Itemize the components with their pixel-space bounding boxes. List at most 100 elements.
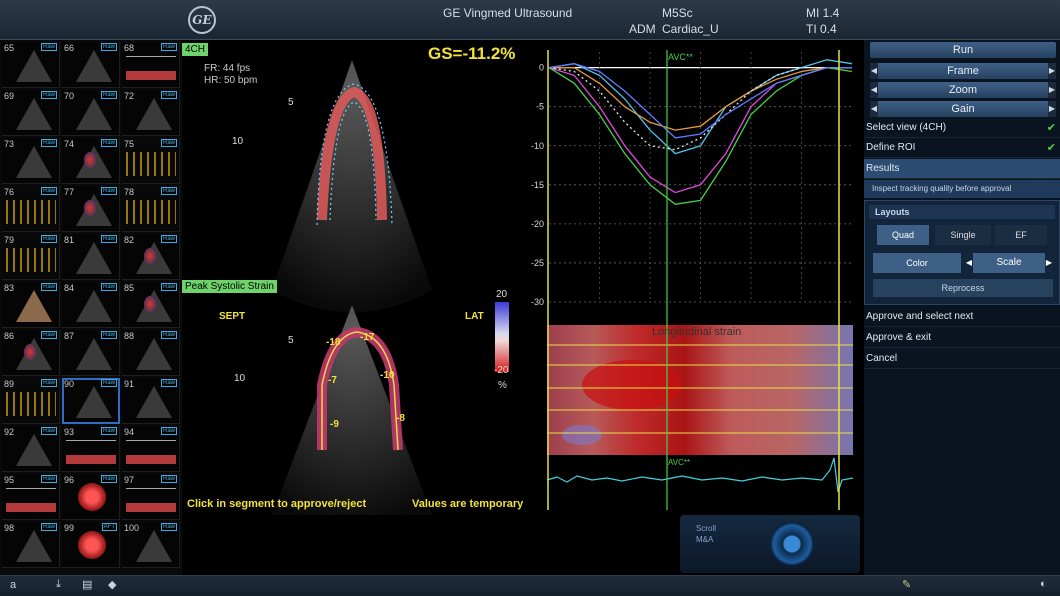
scale-prev-icon[interactable]: ◀ <box>965 253 973 273</box>
zoom-prev-icon[interactable]: ◀ <box>870 82 878 98</box>
thumbnail[interactable]: 100 Raw <box>122 522 180 568</box>
echo-preview <box>76 290 112 322</box>
depth-marker-5-bottom: 5 <box>288 335 294 346</box>
measure-tool-icon[interactable]: ✎ <box>902 578 911 591</box>
chart-y-ticks: 0 -5 -10 -15 -20 -25 -30 <box>531 63 544 307</box>
strain-color-scale <box>495 302 509 372</box>
color-flow-preview <box>84 152 96 168</box>
segment-value[interactable]: -8 <box>396 413 405 424</box>
trackball-icon[interactable] <box>770 522 814 566</box>
thumbnail-number: 66 <box>64 43 75 53</box>
thumbnail[interactable]: 93 Raw <box>62 426 120 472</box>
report-icon[interactable]: ▤ <box>82 578 92 591</box>
sept-label: SEPT <box>219 311 246 322</box>
zoom-next-icon[interactable]: ▶ <box>1048 82 1056 98</box>
doppler-wave <box>6 392 56 416</box>
cancel-button[interactable]: Cancel <box>864 349 1060 369</box>
approve-next-button[interactable]: Approve and select next <box>864 307 1060 327</box>
raw-badge: Raw <box>100 427 117 435</box>
thumbnail-number: 74 <box>64 139 75 149</box>
frame-next-icon[interactable]: ▶ <box>1048 63 1056 79</box>
thumbnail[interactable]: 88 Raw <box>122 330 180 376</box>
step-results-label: Results <box>866 163 900 174</box>
thumbnail[interactable]: 97 Raw <box>122 474 180 520</box>
thumbnail[interactable]: 75 Raw <box>122 138 180 184</box>
thumbnail[interactable]: 81 Raw <box>62 234 120 280</box>
gain-prev-icon[interactable]: ◀ <box>870 101 878 117</box>
color-flow-preview <box>144 296 156 312</box>
thumbnail[interactable]: 90 Raw <box>62 378 120 424</box>
gain-next-icon[interactable]: ▶ <box>1048 101 1056 117</box>
thumbnail[interactable]: 98 Raw <box>2 522 60 568</box>
color-button[interactable]: Color <box>873 253 961 273</box>
graph-preview <box>126 440 176 464</box>
thumbnail[interactable]: 69 Raw <box>2 90 60 136</box>
thumbnail[interactable]: 84 Raw <box>62 282 120 328</box>
frame-control[interactable]: ◀ Frame ▶ <box>870 63 1056 79</box>
thumbnail-number: 93 <box>64 427 75 437</box>
thumbnail[interactable]: 85 Raw <box>122 282 180 328</box>
run-button[interactable]: Run <box>870 42 1056 58</box>
view-tag: 4CH <box>182 43 209 56</box>
thumbnail-number: 65 <box>4 43 15 53</box>
thumbnail[interactable]: 99 AFT <box>62 522 120 568</box>
step-results[interactable]: Results <box>864 159 1060 179</box>
inspect-hint: Inspect tracking quality before approval <box>864 180 1060 198</box>
heart-rate: HR: 50 bpm <box>204 75 258 86</box>
frame-prev-icon[interactable]: ◀ <box>870 63 878 79</box>
thumbnail[interactable]: 68 Raw <box>122 42 180 88</box>
scale-next-icon[interactable]: ▶ <box>1045 253 1053 273</box>
thumbnail[interactable]: 76 Raw <box>2 186 60 232</box>
step-define-roi[interactable]: Define ROI ✔ <box>864 138 1060 158</box>
thumbnail[interactable]: 87 Raw <box>62 330 120 376</box>
scale-control[interactable]: ◀ Scale ▶ <box>965 253 1053 273</box>
depth-marker-10: 10 <box>232 136 244 147</box>
thumbnail[interactable]: 78 Raw <box>122 186 180 232</box>
avc-marker-label: AVC** <box>668 52 693 62</box>
segment-value[interactable]: -10 <box>380 370 394 381</box>
echo-preview <box>76 338 112 370</box>
raw-badge: Raw <box>40 379 57 387</box>
thumbnail[interactable]: 86 Raw <box>2 330 60 376</box>
segment-value[interactable]: -9 <box>330 419 339 430</box>
segment-value[interactable]: -18 <box>326 337 340 348</box>
thumbnail[interactable]: 65 Raw <box>2 42 60 88</box>
gain-control[interactable]: ◀ Gain ▶ <box>870 101 1056 117</box>
eraser-icon[interactable]: ◆ <box>108 578 116 591</box>
reprocess-button[interactable]: Reprocess <box>873 279 1053 297</box>
thumbnail[interactable]: 72 Raw <box>122 90 180 136</box>
thumbnail[interactable]: 82 Raw <box>122 234 180 280</box>
bottom-bar: a ⤓ ▤ ◆ ✎ ◐ <box>0 575 1060 596</box>
thumbnail[interactable]: 79 Raw <box>2 234 60 280</box>
layout-single-button[interactable]: Single <box>935 225 991 245</box>
raw-badge: Raw <box>40 475 57 483</box>
thumbnail[interactable]: 96 Raw <box>62 474 120 520</box>
segment-value[interactable]: -7 <box>328 375 337 386</box>
scroll-trackpad[interactable]: Scroll M&A <box>680 515 860 573</box>
color-flow-preview <box>84 200 96 216</box>
thumbnail[interactable]: 70 Raw <box>62 90 120 136</box>
thumbnail[interactable]: 66 Raw <box>62 42 120 88</box>
zoom-control[interactable]: ◀ Zoom ▶ <box>870 82 1056 98</box>
approve-exit-button[interactable]: Approve & exit <box>864 328 1060 348</box>
thumbnail[interactable]: 89 Raw <box>2 378 60 424</box>
thumbnail[interactable]: 74 Raw <box>62 138 120 184</box>
probe-icon[interactable]: ◐ <box>1040 578 1047 590</box>
thumbnail[interactable]: 92 Raw <box>2 426 60 472</box>
thumbnail[interactable]: 94 Raw <box>122 426 180 472</box>
y-tick-label: 0 <box>539 63 544 73</box>
lat-label: LAT <box>465 311 484 322</box>
thumbnail[interactable]: 73 Raw <box>2 138 60 184</box>
segment-value[interactable]: -17 <box>360 332 374 343</box>
thumbnail[interactable]: 95 Raw <box>2 474 60 520</box>
step-select-view[interactable]: Select view (4CH) ✔ <box>864 118 1060 138</box>
download-icon[interactable]: ⤓ <box>56 578 61 591</box>
thumbnail-number: 78 <box>124 187 135 197</box>
layout-quad-button[interactable]: Quad <box>877 225 929 245</box>
thumbnail[interactable]: 83 Raw <box>2 282 60 328</box>
raw-badge: Raw <box>40 235 57 243</box>
layout-ef-button[interactable]: EF <box>995 225 1047 245</box>
thumbnail[interactable]: 91 Raw <box>122 378 180 424</box>
thumbnail-number: 97 <box>124 475 135 485</box>
thumbnail[interactable]: 77 Raw <box>62 186 120 232</box>
